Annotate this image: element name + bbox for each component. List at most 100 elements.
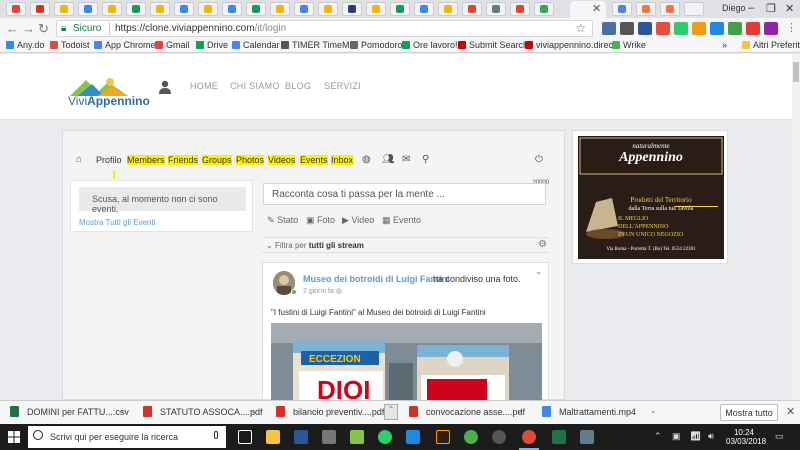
tab-favicon[interactable]: [510, 2, 530, 16]
nav-chi-siamo[interactable]: CHI SIAMO: [230, 81, 280, 91]
extension-icon[interactable]: [602, 22, 616, 35]
search-icon[interactable]: ⚲: [422, 154, 429, 165]
tab-favicon[interactable]: [30, 2, 50, 16]
tab-favicon[interactable]: [246, 2, 266, 16]
tab-favicon[interactable]: [78, 2, 98, 16]
profile-name[interactable]: Diego: [722, 3, 746, 13]
bookmark-item[interactable]: App Chrome: [94, 40, 156, 50]
tab-favicon[interactable]: [6, 2, 26, 16]
show-all-downloads-button[interactable]: Mostra tutto: [720, 404, 778, 421]
forward-arrow-icon[interactable]: →: [22, 21, 35, 36]
all-events-link[interactable]: Mostra Tutti gli Eventi: [79, 218, 155, 227]
network-icon[interactable]: 📶︎: [690, 431, 701, 442]
globe-icon[interactable]: ◍: [362, 154, 371, 165]
download-item[interactable]: bilancio preventiv....pdf: [276, 406, 384, 420]
tab-favicon[interactable]: [174, 2, 194, 16]
new-tab-button[interactable]: [684, 2, 704, 16]
extension-icon[interactable]: [620, 22, 634, 35]
app-icon[interactable]: [406, 430, 420, 444]
extension-icon[interactable]: [746, 22, 760, 35]
nav-groups[interactable]: Groups: [202, 155, 232, 165]
nav-members[interactable]: Members: [127, 155, 165, 165]
chrome-icon[interactable]: [522, 430, 536, 444]
active-tab[interactable]: ✕: [570, 1, 606, 18]
extension-icon[interactable]: [764, 22, 778, 35]
app-icon[interactable]: [580, 430, 594, 444]
nav-blog[interactable]: BLOG: [285, 81, 311, 91]
logo-text[interactable]: ViviAppennino: [68, 94, 150, 108]
nav-videos[interactable]: Videos: [268, 155, 296, 165]
whatsapp-icon[interactable]: [378, 430, 392, 444]
tab-favicon[interactable]: [198, 2, 218, 16]
bookmarks-overflow-icon[interactable]: »: [722, 40, 727, 50]
download-menu-chevron-icon[interactable]: ⌄: [516, 406, 523, 415]
tab-favicon[interactable]: [318, 2, 338, 16]
tab-favicon[interactable]: [54, 2, 74, 16]
app-icon[interactable]: [492, 430, 506, 444]
download-menu-chevron-icon[interactable]: ⌄: [650, 406, 657, 415]
bookmark-item[interactable]: Ore lavoro!: [402, 40, 458, 50]
stream-filter[interactable]: ⌄ Filtra per tutti gli stream ⚙: [262, 237, 549, 253]
status-input[interactable]: Racconta cosa ti passa per la mente ...: [263, 183, 546, 205]
bookmark-item[interactable]: Altri Preferiti: [742, 40, 800, 50]
tab-favicon[interactable]: [486, 2, 506, 16]
mail-icon[interactable]: ✉: [402, 154, 410, 165]
close-downloads-icon[interactable]: ✕: [786, 405, 795, 418]
volume-icon[interactable]: 🔊︎: [708, 431, 714, 442]
composer-status-button[interactable]: ✎ Stato: [267, 215, 298, 226]
post-author-link[interactable]: Museo dei botroidi di Luigi Fantini: [303, 274, 450, 284]
tab-favicon[interactable]: [102, 2, 122, 16]
tab-favicon[interactable]: [438, 2, 458, 16]
task-view-icon[interactable]: [238, 430, 252, 444]
notifications-icon[interactable]: ▭: [775, 431, 784, 442]
calculator-icon[interactable]: [322, 430, 336, 444]
tab-favicon[interactable]: [126, 2, 146, 16]
tab-favicon[interactable]: [342, 2, 362, 16]
extension-icon[interactable]: [656, 22, 670, 35]
tab-favicon[interactable]: [660, 2, 680, 16]
address-bar[interactable]: 🔒︎ Sicuro https://clone.viviappennino.co…: [56, 20, 593, 37]
url-text[interactable]: https://clone.viviappennino.com/it/login: [115, 23, 286, 34]
nav-home[interactable]: HOME: [190, 81, 218, 91]
lock-icon[interactable]: 🔒︎: [61, 23, 66, 34]
scrollbar-thumb[interactable]: [793, 62, 799, 82]
taskbar-search-box[interactable]: Scrivi qui per eseguire la ricerca: [28, 426, 226, 448]
download-menu-chevron-icon[interactable]: ⌄: [118, 406, 125, 415]
windows-start-icon[interactable]: [8, 431, 20, 443]
bookmark-star-icon[interactable]: ☆: [575, 21, 586, 35]
people-icon[interactable]: 👥︎: [382, 154, 395, 165]
download-item[interactable]: DOMINI per FATTU....csv: [10, 406, 129, 420]
extension-icon[interactable]: [638, 22, 652, 35]
taskbar-clock[interactable]: 10:24 03/03/2018: [726, 428, 766, 446]
page-scrollbar[interactable]: [792, 54, 800, 400]
extension-icon[interactable]: [692, 22, 706, 35]
gear-icon[interactable]: ⚙: [538, 239, 547, 250]
home-icon[interactable]: ⌂: [76, 154, 82, 165]
bookmark-item[interactable]: Todoist: [50, 40, 90, 50]
microphone-icon[interactable]: [214, 431, 218, 439]
download-item[interactable]: convocazione asse....pdf: [409, 406, 525, 420]
post-photo[interactable]: ECCEZION DIOI: [271, 323, 542, 401]
tab-favicon[interactable]: [294, 2, 314, 16]
post-menu-chevron-icon[interactable]: ⌄: [535, 267, 542, 276]
bookmark-item[interactable]: TIMER TimeMe: [281, 40, 355, 50]
bookmark-item[interactable]: Pomodoro: [350, 40, 403, 50]
composer-photo-button[interactable]: ▣ Foto: [306, 215, 335, 226]
download-item[interactable]: STATUTO ASSOCA....pdf: [143, 406, 263, 420]
tray-icon[interactable]: ▣: [672, 431, 681, 442]
extension-icon[interactable]: [728, 22, 742, 35]
illustrator-icon[interactable]: [436, 430, 450, 444]
tab-favicon[interactable]: [636, 2, 656, 16]
tab-close-icon[interactable]: ✕: [592, 2, 601, 15]
excel-icon[interactable]: [552, 430, 566, 444]
tab-favicon[interactable]: [462, 2, 482, 16]
bookmark-item[interactable]: viviappennino.directo: [525, 40, 621, 50]
nav-photos[interactable]: Photos: [236, 155, 265, 165]
extension-icon[interactable]: [674, 22, 688, 35]
bookmark-item[interactable]: Gmail: [155, 40, 190, 50]
nav-events[interactable]: Events: [300, 155, 328, 165]
minimize-icon[interactable]: –: [748, 2, 754, 14]
nav-servizi[interactable]: SERVIZI: [324, 81, 361, 91]
download-menu-chevron-icon[interactable]: ⌃: [384, 404, 398, 420]
nav-inbox[interactable]: Inbox: [331, 155, 354, 165]
